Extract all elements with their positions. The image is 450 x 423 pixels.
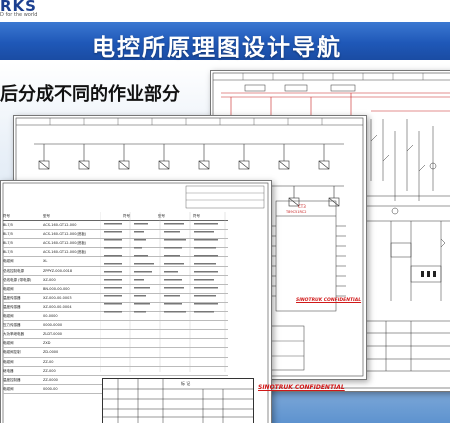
ic-sublabel: T89C51RC2	[286, 210, 307, 214]
ic-label: CT3	[298, 204, 306, 209]
table-cell: 总线控制电源	[3, 268, 24, 273]
col-header: 符号	[3, 214, 10, 218]
table-cell: 电磁阀	[3, 259, 14, 264]
confidential-stamp-bottom: SINOTRUK CONFIDENTIAL	[258, 384, 345, 391]
title-block-label: 标 记	[181, 381, 191, 386]
table-cell: 0000-0000	[43, 323, 63, 328]
table-cell: XL	[43, 259, 48, 264]
title-block-grid	[103, 379, 253, 423]
page-title: 电控所原理图设计导航	[92, 35, 342, 61]
table-cell: ACS-160-GT12-000	[43, 223, 77, 228]
table-cell: 总线电源 (带电源)	[3, 277, 32, 282]
table-cell: 大功率继电器	[3, 332, 24, 337]
table-cell: 00-0000	[43, 314, 58, 319]
table-cell: 电磁阀	[3, 286, 14, 291]
slide: RKS D for the world 电控所原理图设计导航 后分成不同的作业部…	[0, 0, 450, 423]
table-cell: ZZ-0000	[43, 377, 58, 382]
table-cell: ZZ-00	[43, 359, 54, 364]
table-cell: BL7/5	[3, 223, 13, 228]
company-logo: RKS D for the world	[0, 0, 60, 22]
table-cell: 电磁阀	[3, 314, 14, 319]
table-cell: 电磁阀控制	[3, 350, 21, 355]
table-cell: 0000-00	[43, 386, 58, 391]
table-cell: ACS-160-GT12-000(底板)	[43, 250, 87, 255]
table-cell: ACS-160-GT12-000(底板)	[43, 241, 87, 246]
table-cell: ZZ-000	[43, 368, 56, 373]
table-cell: 温度控制器	[3, 377, 21, 382]
component-table-right-grid	[100, 212, 226, 372]
table-cell: ZD-0000	[43, 350, 59, 355]
table-cell: XZ-000-00-0003	[43, 295, 72, 300]
table-cell: XZ-000	[43, 277, 56, 282]
table-cell: BL7/5	[3, 232, 13, 237]
table-cell: 温度传感器	[3, 295, 21, 300]
drawing-title-block: 标 记	[102, 378, 254, 423]
col-header: 型号	[43, 214, 50, 218]
confidential-stamp: SINOTRUK CONFIDENTIAL	[296, 298, 362, 303]
table-cell: 电磁阀	[3, 341, 14, 346]
table-cell: 电磁阀	[3, 359, 14, 364]
table-cell: BL7/5	[3, 250, 13, 255]
table-cell: 压力传感器	[3, 323, 21, 328]
table-cell: BN-000-00-000	[43, 286, 70, 291]
table-cell: BL7/5	[3, 241, 13, 246]
table-cell: ZPPYZ-000-0018	[43, 268, 73, 273]
slide-subtitle: 后分成不同的作业部分	[0, 84, 180, 105]
table-cell: ACS-160-GT12-000(底板)	[43, 232, 87, 237]
table-cell: 电磁阀	[3, 386, 14, 391]
logo-tagline: D for the world	[0, 12, 38, 18]
table-cell: ZXD	[43, 341, 51, 346]
table-cell: 温度传感器	[3, 304, 21, 309]
table-cell: 继电器	[3, 368, 14, 373]
table-cell: ZLDT-0000	[43, 332, 63, 337]
table-cell: XZ-000-00-0004	[43, 304, 72, 309]
